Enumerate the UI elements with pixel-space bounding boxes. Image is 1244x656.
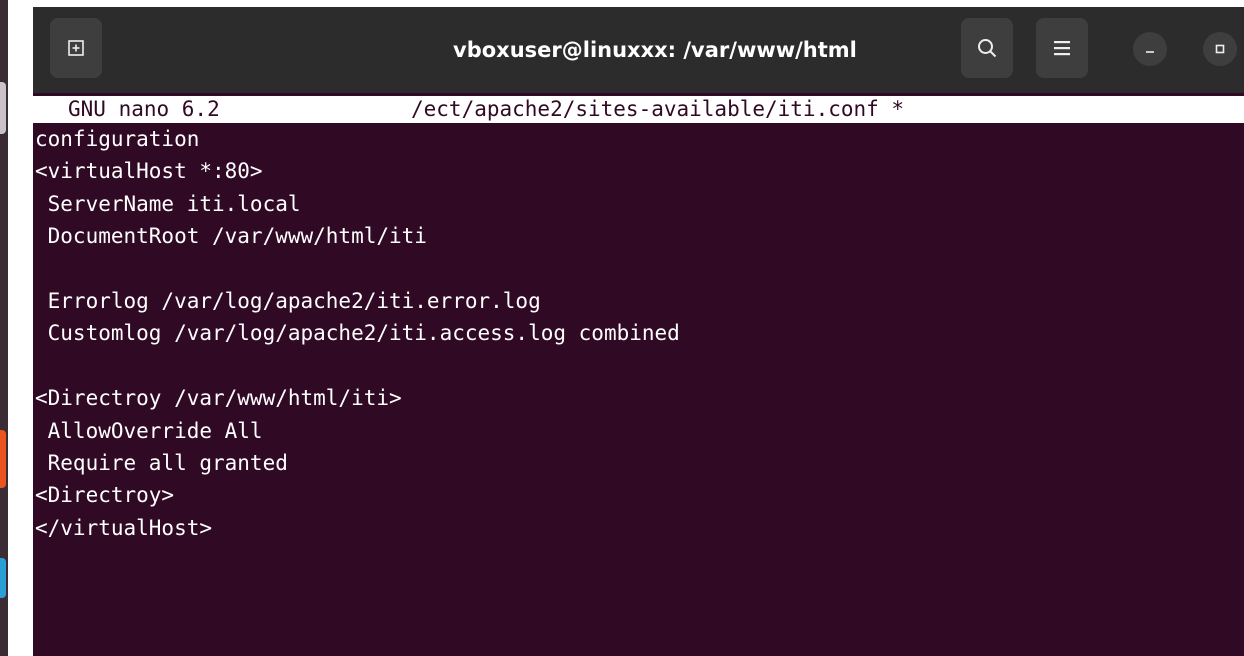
editor-line: </virtualHost>	[35, 515, 213, 540]
maximize-button[interactable]	[1203, 32, 1237, 66]
editor-line: DocumentRoot /var/www/html/iti	[35, 224, 427, 249]
hamburger-menu-icon	[1054, 41, 1070, 56]
desktop-dock-edge	[0, 0, 33, 656]
menu-button[interactable]	[1036, 18, 1088, 78]
new-tab-button[interactable]	[50, 18, 102, 78]
editor-line: <Directroy>	[35, 483, 175, 508]
minimize-button[interactable]	[1133, 32, 1167, 66]
minimize-icon	[1146, 51, 1154, 53]
editor-line: <virtualHost *:80>	[35, 159, 263, 184]
editor-line: ServerName iti.local	[35, 191, 301, 216]
editor-line: Require all granted	[35, 450, 288, 475]
maximize-icon	[1215, 44, 1225, 54]
editor-line: <Directroy /var/www/html/iti>	[35, 386, 402, 411]
search-button[interactable]	[961, 18, 1013, 78]
editor-line: AllowOverride All	[35, 418, 263, 443]
window-title: vboxuser@linuxxx: /var/www/html	[453, 38, 857, 62]
terminal-window: vboxuser@linuxxx: /var/www/html GNU nano…	[33, 7, 1244, 656]
editor-line: Customlog /var/log/apache2/iti.access.lo…	[35, 321, 680, 346]
terminal-area[interactable]: GNU nano 6.2 /ect/apache2/sites-availabl…	[33, 93, 1244, 656]
dock-app-icon[interactable]	[0, 558, 6, 598]
nano-filename: /ect/apache2/sites-available/iti.conf *	[411, 97, 905, 121]
window-titlebar[interactable]: vboxuser@linuxxx: /var/www/html	[33, 7, 1244, 93]
search-icon	[978, 39, 997, 58]
editor-content[interactable]: configuration <virtualHost *:80> ServerN…	[35, 123, 680, 544]
dock-app-icon[interactable]	[0, 430, 6, 488]
new-tab-icon	[68, 40, 84, 56]
nano-header-bar: GNU nano 6.2 /ect/apache2/sites-availabl…	[33, 96, 1244, 123]
nano-version: GNU nano 6.2	[68, 97, 220, 121]
editor-line: Errorlog /var/log/apache2/iti.error.log	[35, 288, 541, 313]
dock-indicator	[0, 82, 6, 134]
editor-line: configuration	[35, 127, 200, 151]
